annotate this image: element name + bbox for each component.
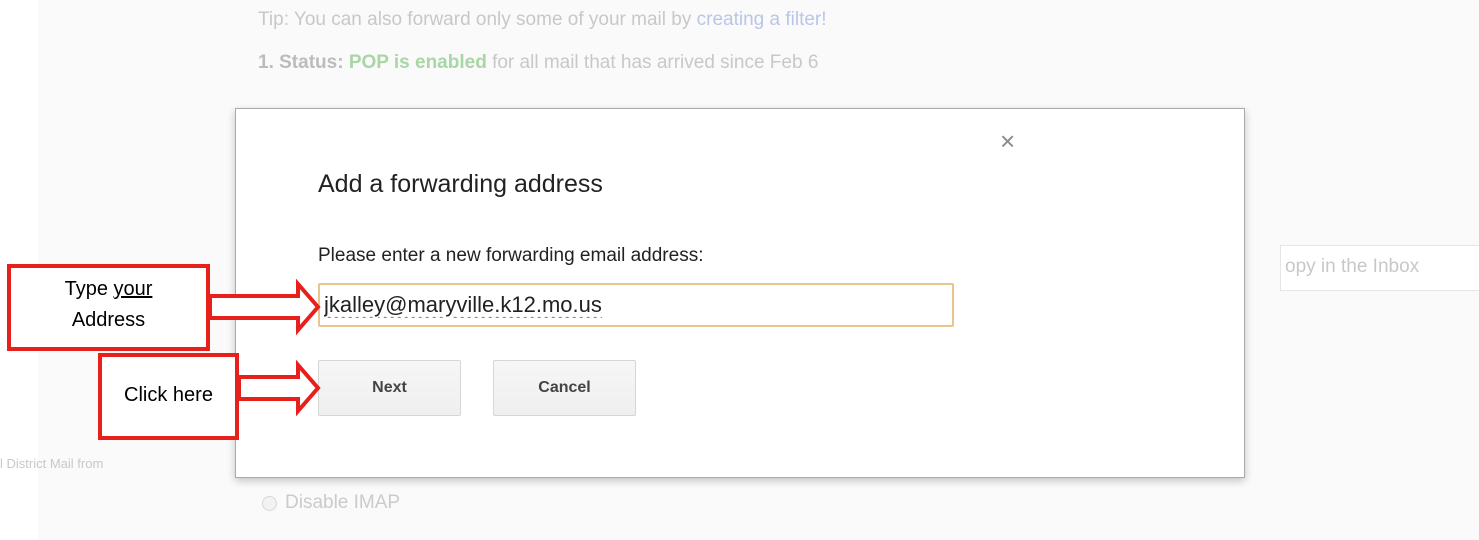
type-callout-word: Type [64,278,108,300]
dialog-title: Add a forwarding address [318,170,603,198]
forwarding-tip: Tip: You can also forward only some of y… [258,9,827,31]
district-mail-label: l District Mail from [0,456,104,471]
pop-status: 1. Status: POP is enabled for all mail t… [258,52,818,74]
email-prompt: Please enter a new forwarding email addr… [318,245,704,266]
pop-enabled-status: POP is enabled [348,52,487,73]
forwarding-email-input[interactable] [318,283,954,327]
close-icon[interactable]: × [1000,128,1015,154]
cancel-button[interactable]: Cancel [493,360,636,416]
next-button[interactable]: Next [318,360,461,416]
create-filter-link[interactable]: creating a filter! [697,9,827,30]
type-address-callout: Type your Address [7,264,210,351]
status-label: 1. Status: [258,52,344,73]
type-callout-address: Address [71,309,146,331]
type-callout-your: your [113,278,153,300]
tip-text: Tip: You can also forward only some of y… [258,9,692,30]
click-here-callout: Click here [98,353,239,440]
disable-imap-label: Disable IMAP [285,492,401,513]
status-description: for all mail that has arrived since Feb … [492,52,819,73]
disable-imap-option[interactable]: Disable IMAP [262,492,400,514]
keep-copy-dropdown[interactable]: opy in the Inbox [1280,245,1479,291]
disable-imap-radio[interactable] [262,495,277,511]
